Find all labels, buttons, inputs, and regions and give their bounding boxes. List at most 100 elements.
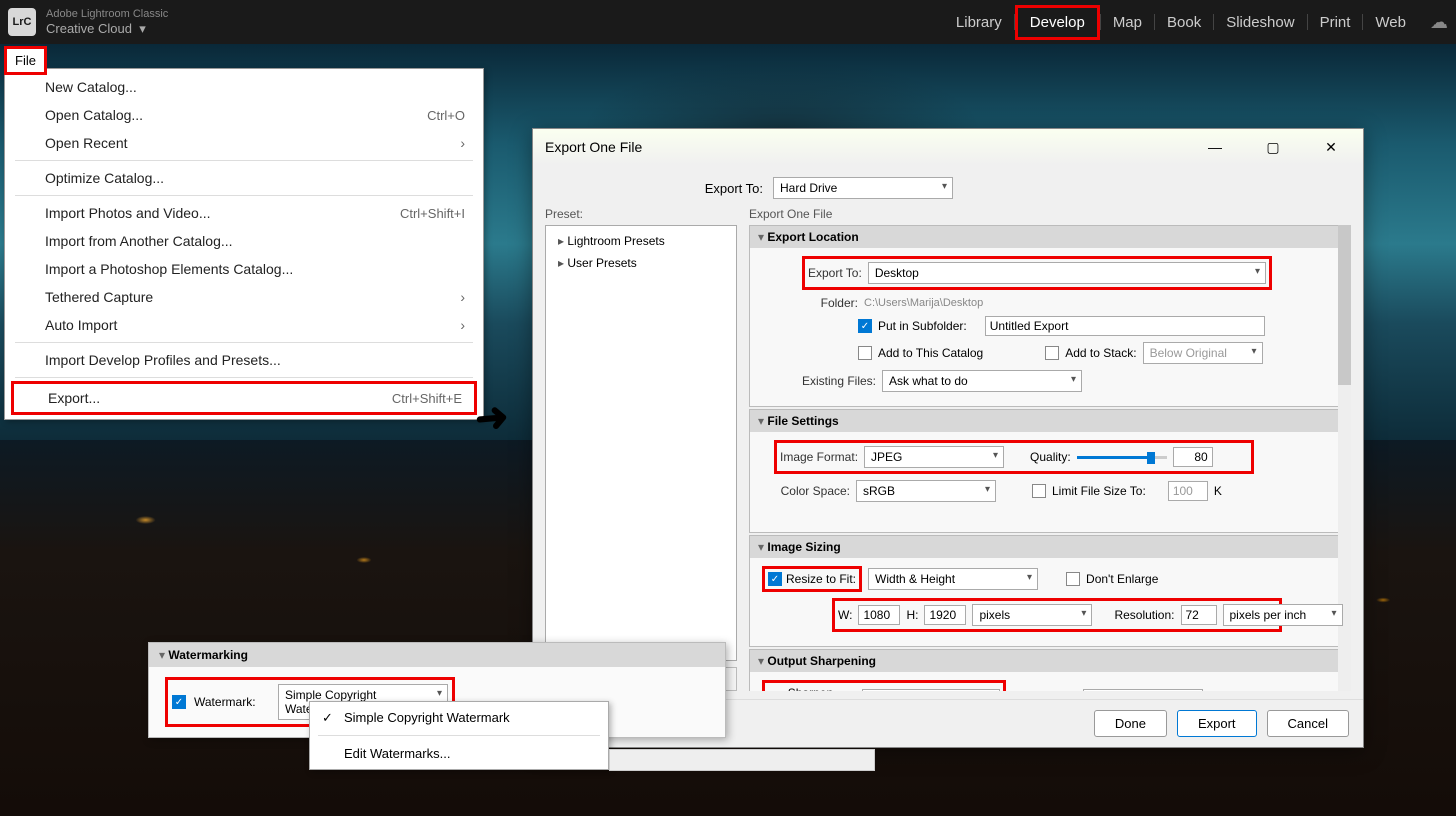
resize-checkbox[interactable] bbox=[768, 572, 782, 586]
size-unit-dropdown[interactable]: pixels bbox=[972, 604, 1092, 626]
amount-dropdown[interactable]: Standard bbox=[1083, 689, 1203, 691]
panel-watermarking: Watermarking Watermark: Simple Copyright… bbox=[148, 642, 726, 738]
dialog-title-text: Export One File bbox=[545, 139, 642, 155]
menu-auto-import[interactable]: Auto Import› bbox=[5, 311, 483, 339]
file-menu: New Catalog... Open Catalog...Ctrl+O Ope… bbox=[4, 68, 484, 420]
colorspace-dropdown[interactable]: sRGB bbox=[856, 480, 996, 502]
menu-import-another[interactable]: Import from Another Catalog... bbox=[5, 227, 483, 255]
menu-import-pse[interactable]: Import a Photoshop Elements Catalog... bbox=[5, 255, 483, 283]
preset-lightroom[interactable]: Lightroom Presets bbox=[550, 230, 732, 252]
export-to-label: Export To: bbox=[553, 181, 763, 196]
quality-slider[interactable] bbox=[1077, 450, 1167, 464]
folder-path: C:\Users\Marija\Desktop bbox=[864, 297, 983, 309]
watermark-option-edit[interactable]: Edit Watermarks... bbox=[310, 738, 608, 769]
menu-open-recent[interactable]: Open Recent› bbox=[5, 129, 483, 157]
height-label: H: bbox=[906, 608, 918, 622]
subfolder-input[interactable] bbox=[985, 316, 1265, 336]
dialog-titlebar: Export One File — ▢ ✕ bbox=[533, 129, 1363, 165]
resize-mode-dropdown[interactable]: Width & Height bbox=[868, 568, 1038, 590]
scroll-thumb[interactable] bbox=[1338, 225, 1351, 385]
sharpen-for-dropdown[interactable]: Screen bbox=[862, 689, 1000, 691]
app-title: Adobe Lightroom Classic Creative Cloud ▾ bbox=[46, 8, 168, 37]
menu-import-profiles[interactable]: Import Develop Profiles and Presets... bbox=[5, 346, 483, 374]
settings-label: Export One File bbox=[749, 207, 1351, 221]
export-button[interactable]: Export bbox=[1177, 710, 1257, 737]
limit-filesize-input[interactable] bbox=[1168, 481, 1208, 501]
add-stack-dropdown[interactable]: Below Original bbox=[1143, 342, 1263, 364]
module-nav: Library Develop Map Book Slideshow Print… bbox=[944, 5, 1448, 40]
chevron-right-icon: › bbox=[460, 317, 465, 333]
nav-develop[interactable]: Develop bbox=[1015, 5, 1100, 40]
panel-header-watermarking[interactable]: Watermarking bbox=[149, 643, 725, 667]
panel-header-sharpening[interactable]: Output Sharpening bbox=[750, 650, 1350, 672]
chevron-right-icon: › bbox=[460, 135, 465, 151]
watermark-label: Watermark: bbox=[194, 695, 256, 709]
quality-input[interactable] bbox=[1173, 447, 1213, 467]
app-logo: LrC bbox=[8, 8, 36, 36]
panel-header-file-settings[interactable]: File Settings bbox=[750, 410, 1350, 432]
menu-import-photos[interactable]: Import Photos and Video...Ctrl+Shift+I bbox=[5, 199, 483, 227]
watermark-checkbox[interactable] bbox=[172, 695, 186, 709]
dont-enlarge-checkbox[interactable] bbox=[1066, 572, 1080, 586]
cloud-sync-icon[interactable]: ☁ bbox=[1430, 12, 1448, 33]
menu-separator bbox=[15, 377, 473, 378]
width-input[interactable] bbox=[858, 605, 900, 625]
export-to-dropdown[interactable]: Hard Drive bbox=[773, 177, 953, 199]
chevron-right-icon: › bbox=[460, 289, 465, 305]
menu-separator bbox=[318, 735, 600, 736]
resolution-input[interactable] bbox=[1181, 605, 1217, 625]
panel-export-location: Export Location Export To: Desktop Folde… bbox=[749, 225, 1351, 407]
limit-filesize-unit: K bbox=[1214, 484, 1222, 498]
done-button[interactable]: Done bbox=[1094, 710, 1167, 737]
file-menu-button[interactable]: File bbox=[4, 46, 47, 75]
nav-book[interactable]: Book bbox=[1155, 8, 1213, 37]
image-format-dropdown[interactable]: JPEG bbox=[864, 446, 1004, 468]
app-title-main: Adobe Lightroom Classic bbox=[46, 8, 168, 21]
preset-user[interactable]: User Presets bbox=[550, 252, 732, 274]
resize-label: Resize to Fit: bbox=[786, 572, 856, 586]
colorspace-label: Color Space: bbox=[780, 484, 850, 498]
preset-list[interactable]: Lightroom Presets User Presets bbox=[545, 225, 737, 661]
add-catalog-checkbox[interactable] bbox=[858, 346, 872, 360]
menu-separator bbox=[15, 160, 473, 161]
shortcut-label: Ctrl+Shift+E bbox=[392, 391, 462, 406]
maximize-button[interactable]: ▢ bbox=[1253, 133, 1293, 161]
add-stack-checkbox[interactable] bbox=[1045, 346, 1059, 360]
panel-image-sizing: Image Sizing Resize to Fit: Width & Heig… bbox=[749, 535, 1351, 647]
panel-header-location[interactable]: Export Location bbox=[750, 226, 1350, 248]
menu-optimize-catalog[interactable]: Optimize Catalog... bbox=[5, 164, 483, 192]
subfolder-checkbox[interactable] bbox=[858, 319, 872, 333]
folder-label: Folder: bbox=[818, 296, 858, 310]
menu-separator bbox=[15, 195, 473, 196]
height-input[interactable] bbox=[924, 605, 966, 625]
sharpen-label: Sharpen For: bbox=[788, 686, 857, 691]
nav-web[interactable]: Web bbox=[1363, 8, 1418, 37]
watermark-extra-strip bbox=[609, 749, 875, 771]
topbar: LrC Adobe Lightroom Classic Creative Clo… bbox=[0, 0, 1456, 44]
nav-slideshow[interactable]: Slideshow bbox=[1214, 8, 1306, 37]
nav-library[interactable]: Library bbox=[944, 8, 1014, 37]
image-format-label: Image Format: bbox=[780, 450, 858, 464]
cancel-button[interactable]: Cancel bbox=[1267, 710, 1349, 737]
shortcut-label: Ctrl+O bbox=[427, 108, 465, 123]
close-button[interactable]: ✕ bbox=[1311, 133, 1351, 161]
existing-files-dropdown[interactable]: Ask what to do bbox=[882, 370, 1082, 392]
watermark-option-simple[interactable]: Simple Copyright Watermark bbox=[310, 702, 608, 733]
width-label: W: bbox=[838, 608, 852, 622]
menu-tethered[interactable]: Tethered Capture› bbox=[5, 283, 483, 311]
menu-export[interactable]: Export...Ctrl+Shift+E bbox=[11, 381, 477, 415]
panel-file-settings: File Settings Image Format: JPEG Quality… bbox=[749, 409, 1351, 533]
watermark-dropdown-menu: Simple Copyright Watermark Edit Watermar… bbox=[309, 701, 609, 770]
shortcut-label: Ctrl+Shift+I bbox=[400, 206, 465, 221]
app-subtitle[interactable]: Creative Cloud ▾ bbox=[46, 21, 168, 37]
export-to-inner-dropdown[interactable]: Desktop bbox=[868, 262, 1266, 284]
panel-header-sizing[interactable]: Image Sizing bbox=[750, 536, 1350, 558]
resolution-label: Resolution: bbox=[1114, 608, 1174, 622]
minimize-button[interactable]: — bbox=[1195, 133, 1235, 161]
limit-filesize-checkbox[interactable] bbox=[1032, 484, 1046, 498]
menu-open-catalog[interactable]: Open Catalog...Ctrl+O bbox=[5, 101, 483, 129]
nav-map[interactable]: Map bbox=[1101, 8, 1154, 37]
nav-print[interactable]: Print bbox=[1308, 8, 1363, 37]
menu-new-catalog[interactable]: New Catalog... bbox=[5, 73, 483, 101]
resolution-unit-dropdown[interactable]: pixels per inch bbox=[1223, 604, 1343, 626]
